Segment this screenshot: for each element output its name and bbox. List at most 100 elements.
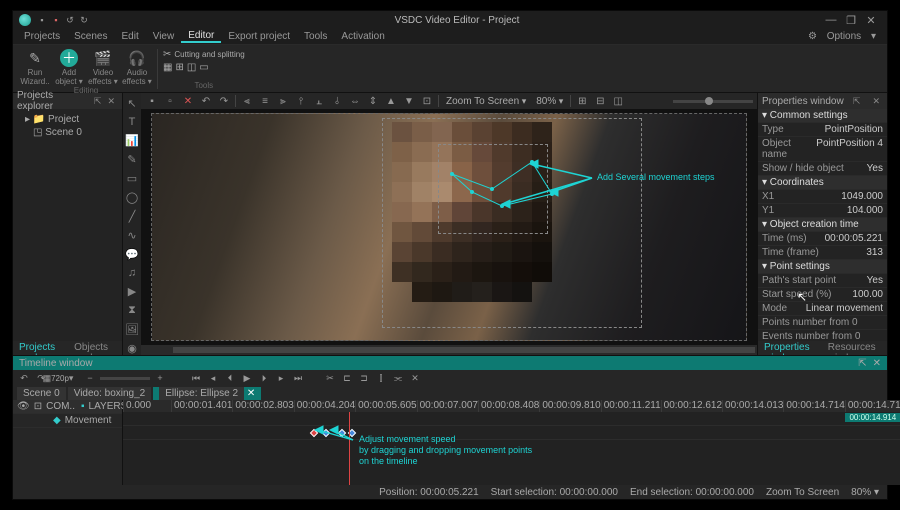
timeline-ruler[interactable]: 0.00000:00:01.40100:00:02.80300:00:04.20… [123, 400, 900, 412]
bc-video[interactable]: Video: boxing_2 [68, 387, 152, 400]
ct-open-icon[interactable]: ▫ [163, 94, 177, 108]
tool-ellipse-icon[interactable]: ◯ [125, 191, 139, 204]
prop-section-header[interactable]: ▾ Object creation time [758, 218, 887, 232]
add-object-button[interactable]: ＋Add object ▾ [54, 49, 84, 86]
tool-icon-4[interactable]: ▭ [199, 62, 208, 73]
ct-group-icon[interactable]: ⊡ [420, 94, 434, 108]
ct-extra-3-icon[interactable]: ◫ [611, 94, 625, 108]
video-effects-button[interactable]: 🎬Video effects ▾ [88, 49, 118, 86]
prop-row[interactable]: TypePointPosition [758, 123, 887, 137]
prop-row[interactable]: Points number from 0 [758, 316, 887, 330]
tl-play-icon[interactable]: ▶ [240, 371, 254, 385]
menu-export[interactable]: Export project [221, 31, 297, 42]
tl-del-icon[interactable]: ✕ [408, 371, 422, 385]
tool-icon-2[interactable]: ⊞ [175, 62, 183, 73]
tl-link-icon[interactable]: ⫘ [391, 371, 405, 385]
tl-mark2-icon[interactable]: ⊐ [357, 371, 371, 385]
tl-mark-icon[interactable]: ⊏ [340, 371, 354, 385]
prop-row[interactable]: Show / hide objectYes [758, 162, 887, 176]
quick-redo2-icon[interactable]: ↻ [79, 15, 89, 25]
playhead[interactable] [349, 412, 350, 485]
ct-del-icon[interactable]: ✕ [181, 94, 195, 108]
quick-redo-icon[interactable]: ↺ [65, 15, 75, 25]
tl-next-icon[interactable]: ▸ [274, 371, 288, 385]
menu-projects[interactable]: Projects [17, 31, 67, 42]
panel-pin-icon[interactable]: ⇱ [91, 96, 105, 107]
selection-rect-inner[interactable] [438, 144, 548, 234]
audio-effects-button[interactable]: 🎧Audio effects ▾ [122, 49, 152, 86]
menu-editor[interactable]: Editor [181, 30, 221, 43]
tree-project-item[interactable]: ▸ 📁 Project [17, 113, 118, 126]
zoom-pct-dropdown[interactable]: 80% ▾ [533, 96, 566, 107]
tl-stepback-icon[interactable]: ⏴ [223, 371, 237, 385]
ct-redo-icon[interactable]: ↷ [217, 94, 231, 108]
tool-media-icon[interactable]: ♫ [125, 267, 139, 279]
prop-row[interactable]: Y1104.000 [758, 204, 887, 218]
opacity-slider[interactable] [673, 100, 753, 103]
ct-back-icon[interactable]: ▼ [402, 94, 416, 108]
panel-close-icon[interactable]: ✕ [869, 96, 883, 107]
panel-pin-icon[interactable]: ⇱ [858, 358, 866, 369]
tl-cut-icon[interactable]: ✂ [323, 371, 337, 385]
status-zoom-pct[interactable]: 80% ▾ [851, 487, 879, 498]
menu-scenes[interactable]: Scenes [67, 31, 114, 42]
tool-icon-3[interactable]: ◫ [187, 62, 196, 73]
hscrollbar[interactable] [141, 345, 757, 355]
tool-counter-icon[interactable]: ⧗ [125, 304, 139, 317]
keyframe-2[interactable] [322, 429, 330, 437]
tab-resources[interactable]: Resources window [822, 341, 887, 355]
ct-dist-h-icon[interactable]: ⇔ [348, 94, 362, 108]
tool-pointer-icon[interactable]: ↖ [125, 97, 139, 110]
tl-split-icon[interactable]: ⫿ [374, 371, 388, 385]
eye-icon[interactable]: 👁 [17, 401, 30, 412]
bc-scene[interactable]: Scene 0 [17, 387, 66, 400]
tool-line-icon[interactable]: ╱ [125, 210, 139, 223]
tl-zoomout-icon[interactable]: − [83, 371, 97, 385]
close-button[interactable]: ✕ [861, 14, 881, 27]
ct-align-b-icon[interactable]: ⫰ [330, 94, 344, 108]
tree-scene-item[interactable]: ◳ Scene 0 [17, 126, 118, 139]
menu-options[interactable]: ⚙ Options ▾ [801, 31, 883, 42]
menu-view[interactable]: View [146, 31, 182, 42]
panel-close-icon[interactable]: ✕ [867, 358, 881, 369]
ct-align-l-icon[interactable]: ⫷ [240, 94, 254, 108]
layer-row-movement[interactable]: ◆ Movement [13, 414, 122, 428]
cutting-splitting-button[interactable]: ✂Cutting and splitting [163, 49, 245, 60]
status-zoom-dropdown[interactable]: Zoom To Screen [766, 487, 839, 498]
prop-row[interactable]: Path's start pointYes [758, 274, 887, 288]
tl-prev-icon[interactable]: ◂ [206, 371, 220, 385]
quick-undo-icon[interactable]: ▪ [51, 15, 61, 25]
prop-section-header[interactable]: ▾ Common settings [758, 109, 887, 123]
ct-dist-v-icon[interactable]: ⇕ [366, 94, 380, 108]
tl-zoom-slider[interactable] [100, 377, 150, 380]
tool-rect-icon[interactable]: ▭ [125, 172, 139, 185]
prop-section-header[interactable]: ▾ Coordinates [758, 176, 887, 190]
tool-text-icon[interactable]: T [125, 116, 139, 128]
minimize-button[interactable]: — [821, 14, 841, 26]
tl-res-dropdown[interactable]: ▦ 720p ▾ [51, 371, 65, 385]
ct-align-t-icon[interactable]: ⫯ [294, 94, 308, 108]
maximize-button[interactable]: ❐ [841, 14, 861, 27]
tool-pen-icon[interactable]: ✎ [125, 153, 139, 166]
bc-ellipse[interactable]: Ellipse: Ellipse 2 ✕ [153, 387, 261, 400]
menu-edit[interactable]: Edit [114, 31, 145, 42]
run-wizard-button[interactable]: ✎Run Wizard.. [20, 49, 50, 86]
tab-objects-explorer[interactable]: Objects explorer [68, 341, 122, 355]
end-marker[interactable]: 00:00:14.914 [845, 413, 900, 422]
tool-icon-1[interactable]: ▦ [163, 62, 172, 73]
panel-pin-icon[interactable]: ⇱ [850, 96, 864, 107]
menu-activation[interactable]: Activation [334, 31, 391, 42]
zoom-mode-dropdown[interactable]: Zoom To Screen ▾ [443, 96, 529, 107]
keyframe-1[interactable] [310, 429, 318, 437]
tl-first-icon[interactable]: ⏮ [189, 371, 203, 385]
ct-align-c-icon[interactable]: ≡ [258, 94, 272, 108]
tab-properties[interactable]: Properties window [758, 341, 822, 355]
prop-row[interactable]: Time (frame)313 [758, 246, 887, 260]
tl-stepfwd-icon[interactable]: ⏵ [257, 371, 271, 385]
keyframe-3[interactable] [338, 429, 346, 437]
panel-close-icon[interactable]: ✕ [104, 96, 118, 107]
preview-canvas[interactable]: Add Several movement steps [141, 109, 757, 345]
ct-align-r-icon[interactable]: ⫸ [276, 94, 290, 108]
tool-callout-icon[interactable]: 💬 [125, 248, 139, 261]
tool-video-icon[interactable]: ▶ [125, 285, 139, 298]
